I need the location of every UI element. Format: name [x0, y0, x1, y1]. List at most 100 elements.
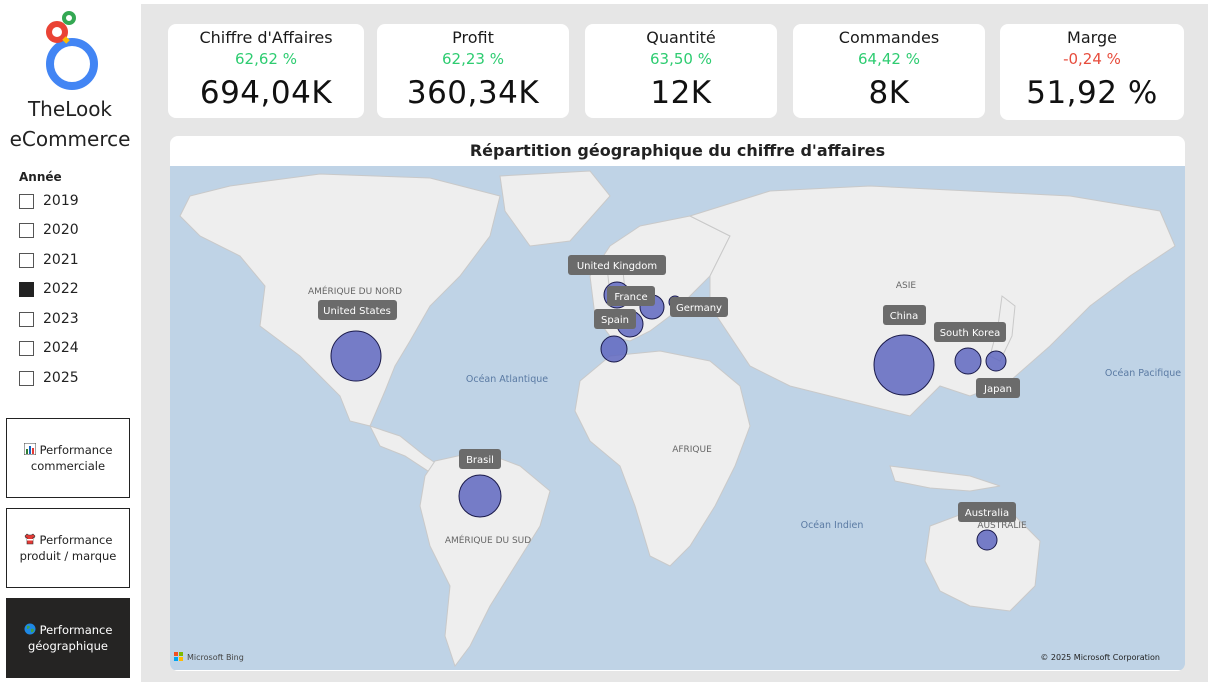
kpi-value: 8K	[868, 75, 910, 111]
copyright: © 2025 Microsoft Corporation	[1040, 653, 1160, 662]
label-north-america: AMÉRIQUE DU NORD	[308, 285, 402, 297]
year-option-2022[interactable]: 2022	[19, 281, 79, 297]
globe-icon	[24, 623, 36, 635]
kpi-card-marge[interactable]: Marge -0,24 % 51,92 %	[1000, 24, 1184, 120]
year-label: 2020	[43, 222, 79, 238]
bubble-australia[interactable]	[976, 529, 998, 551]
kpi-card-quantite[interactable]: Quantité 63,50 % 12K	[585, 24, 777, 118]
year-label: 2023	[43, 311, 79, 327]
bubble-united-states[interactable]	[330, 330, 382, 382]
kpi-percent: 64,42 %	[858, 50, 920, 68]
year-label: 2019	[43, 193, 79, 209]
tag-text: Spain	[601, 315, 629, 326]
checkbox[interactable]	[19, 222, 34, 238]
kpi-value: 694,04K	[199, 75, 333, 111]
tag-text: United States	[323, 306, 391, 317]
nav-label-line2: géographique	[28, 639, 108, 653]
tag-germany: Germany	[670, 297, 728, 317]
nav-performance-geographique[interactable]: Performance géographique	[6, 598, 130, 678]
nav-performance-commerciale[interactable]: Performance commerciale	[6, 418, 130, 498]
tag-japan: Japan	[976, 378, 1020, 398]
kpi-percent: 62,23 %	[442, 50, 504, 68]
year-label: 2021	[43, 252, 79, 268]
tag-united-kingdom: United Kingdom	[568, 255, 666, 275]
nav-performance-produit[interactable]: Performance produit / marque	[6, 508, 130, 588]
tag-text: Germany	[676, 303, 722, 314]
kpi-card-profit[interactable]: Profit 62,23 % 360,34K	[377, 24, 569, 118]
label-asia: ASIE	[896, 281, 917, 291]
thelook-logo	[46, 11, 98, 90]
tag-text: Japan	[983, 384, 1012, 395]
label-south-america: AMÉRIQUE DU SUD	[445, 534, 531, 546]
year-label: 2022	[43, 281, 79, 297]
label-indian: Océan Indien	[801, 520, 864, 531]
year-label: 2025	[43, 370, 79, 386]
kpi-title: Quantité	[646, 28, 716, 47]
bubble-spain[interactable]	[600, 335, 628, 363]
world-map[interactable]: AMÉRIQUE DU NORD AMÉRIQUE DU SUD AFRIQUE…	[170, 166, 1185, 670]
tag-text: France	[614, 292, 647, 303]
tag-south-korea: South Korea	[934, 322, 1006, 342]
tag-china: China	[883, 305, 926, 325]
brand-name: TheLook eCommerce	[0, 94, 140, 154]
checkbox-checked[interactable]	[19, 281, 34, 297]
kpi-percent: -0,24 %	[1063, 50, 1121, 68]
kpi-percent: 63,50 %	[650, 50, 712, 68]
nav-label-line2: produit / marque	[19, 549, 117, 563]
tag-text: Brasil	[466, 455, 494, 466]
map-card: Répartition géographique du chiffre d'af…	[170, 136, 1185, 671]
kpi-title: Commandes	[838, 28, 940, 47]
kpi-value: 12K	[650, 75, 712, 111]
bubble-brasil[interactable]	[458, 474, 502, 518]
map-title: Répartition géographique du chiffre d'af…	[469, 141, 886, 160]
checkbox[interactable]	[19, 340, 34, 356]
tag-text: China	[890, 311, 919, 322]
checkbox[interactable]	[19, 370, 34, 386]
label-pacific: Océan Pacifique	[1105, 368, 1181, 379]
bing-logo-icon	[174, 652, 178, 656]
label-africa: AFRIQUE	[672, 445, 712, 455]
tag-united-states: United States	[318, 300, 397, 320]
bar-chart-icon	[23, 443, 36, 455]
bubble-china[interactable]	[873, 334, 935, 396]
kpi-card-chiffre-affaires[interactable]: Chiffre d'Affaires 62,62 % 694,04K	[168, 24, 364, 118]
tag-australia: Australia	[958, 502, 1016, 522]
sidebar: TheLook eCommerce Année 2019 2020 2021 2…	[0, 0, 140, 682]
checkbox[interactable]	[19, 193, 34, 209]
kpi-title: Marge	[1067, 28, 1117, 47]
checkbox[interactable]	[19, 311, 34, 327]
bing-attribution: Microsoft Bing	[187, 653, 244, 662]
label-australia: AUSTRALIE	[977, 521, 1027, 531]
tshirt-icon	[24, 533, 35, 545]
tag-france: France	[607, 286, 655, 306]
tag-text: United Kingdom	[577, 261, 657, 272]
kpi-percent: 62,62 %	[235, 50, 297, 68]
year-option-2019[interactable]: 2019	[19, 193, 79, 209]
kpi-title: Chiffre d'Affaires	[199, 28, 333, 47]
nav-label-line1: Performance	[39, 443, 113, 457]
bubble-japan[interactable]	[985, 350, 1007, 372]
year-option-2020[interactable]: 2020	[19, 222, 79, 238]
kpi-value: 51,92 %	[1026, 75, 1158, 111]
bubble-south-korea[interactable]	[954, 347, 982, 375]
kpi-title: Profit	[452, 28, 494, 47]
tag-spain: Spain	[594, 309, 636, 329]
nav-label-line1: Performance	[39, 533, 113, 547]
tag-brasil: Brasil	[459, 449, 501, 469]
checkbox[interactable]	[19, 252, 34, 268]
year-option-2025[interactable]: 2025	[19, 370, 79, 386]
kpi-value: 360,34K	[406, 75, 540, 111]
nav-label-line2: commerciale	[30, 459, 106, 473]
year-option-2024[interactable]: 2024	[19, 340, 79, 356]
tag-text: Australia	[965, 508, 1009, 519]
year-option-2023[interactable]: 2023	[19, 311, 79, 327]
kpi-card-commandes[interactable]: Commandes 64,42 % 8K	[793, 24, 985, 118]
main-canvas: Chiffre d'Affaires 62,62 % 694,04K Profi…	[141, 4, 1208, 682]
label-atlantic: Océan Atlantique	[466, 374, 548, 385]
year-option-2021[interactable]: 2021	[19, 252, 79, 268]
year-filter-title: Année	[19, 170, 62, 184]
year-label: 2024	[43, 340, 79, 356]
nav-label-line1: Performance	[39, 623, 113, 637]
brand-line-2: eCommerce	[9, 127, 131, 151]
brand-line-1: TheLook	[27, 97, 113, 121]
